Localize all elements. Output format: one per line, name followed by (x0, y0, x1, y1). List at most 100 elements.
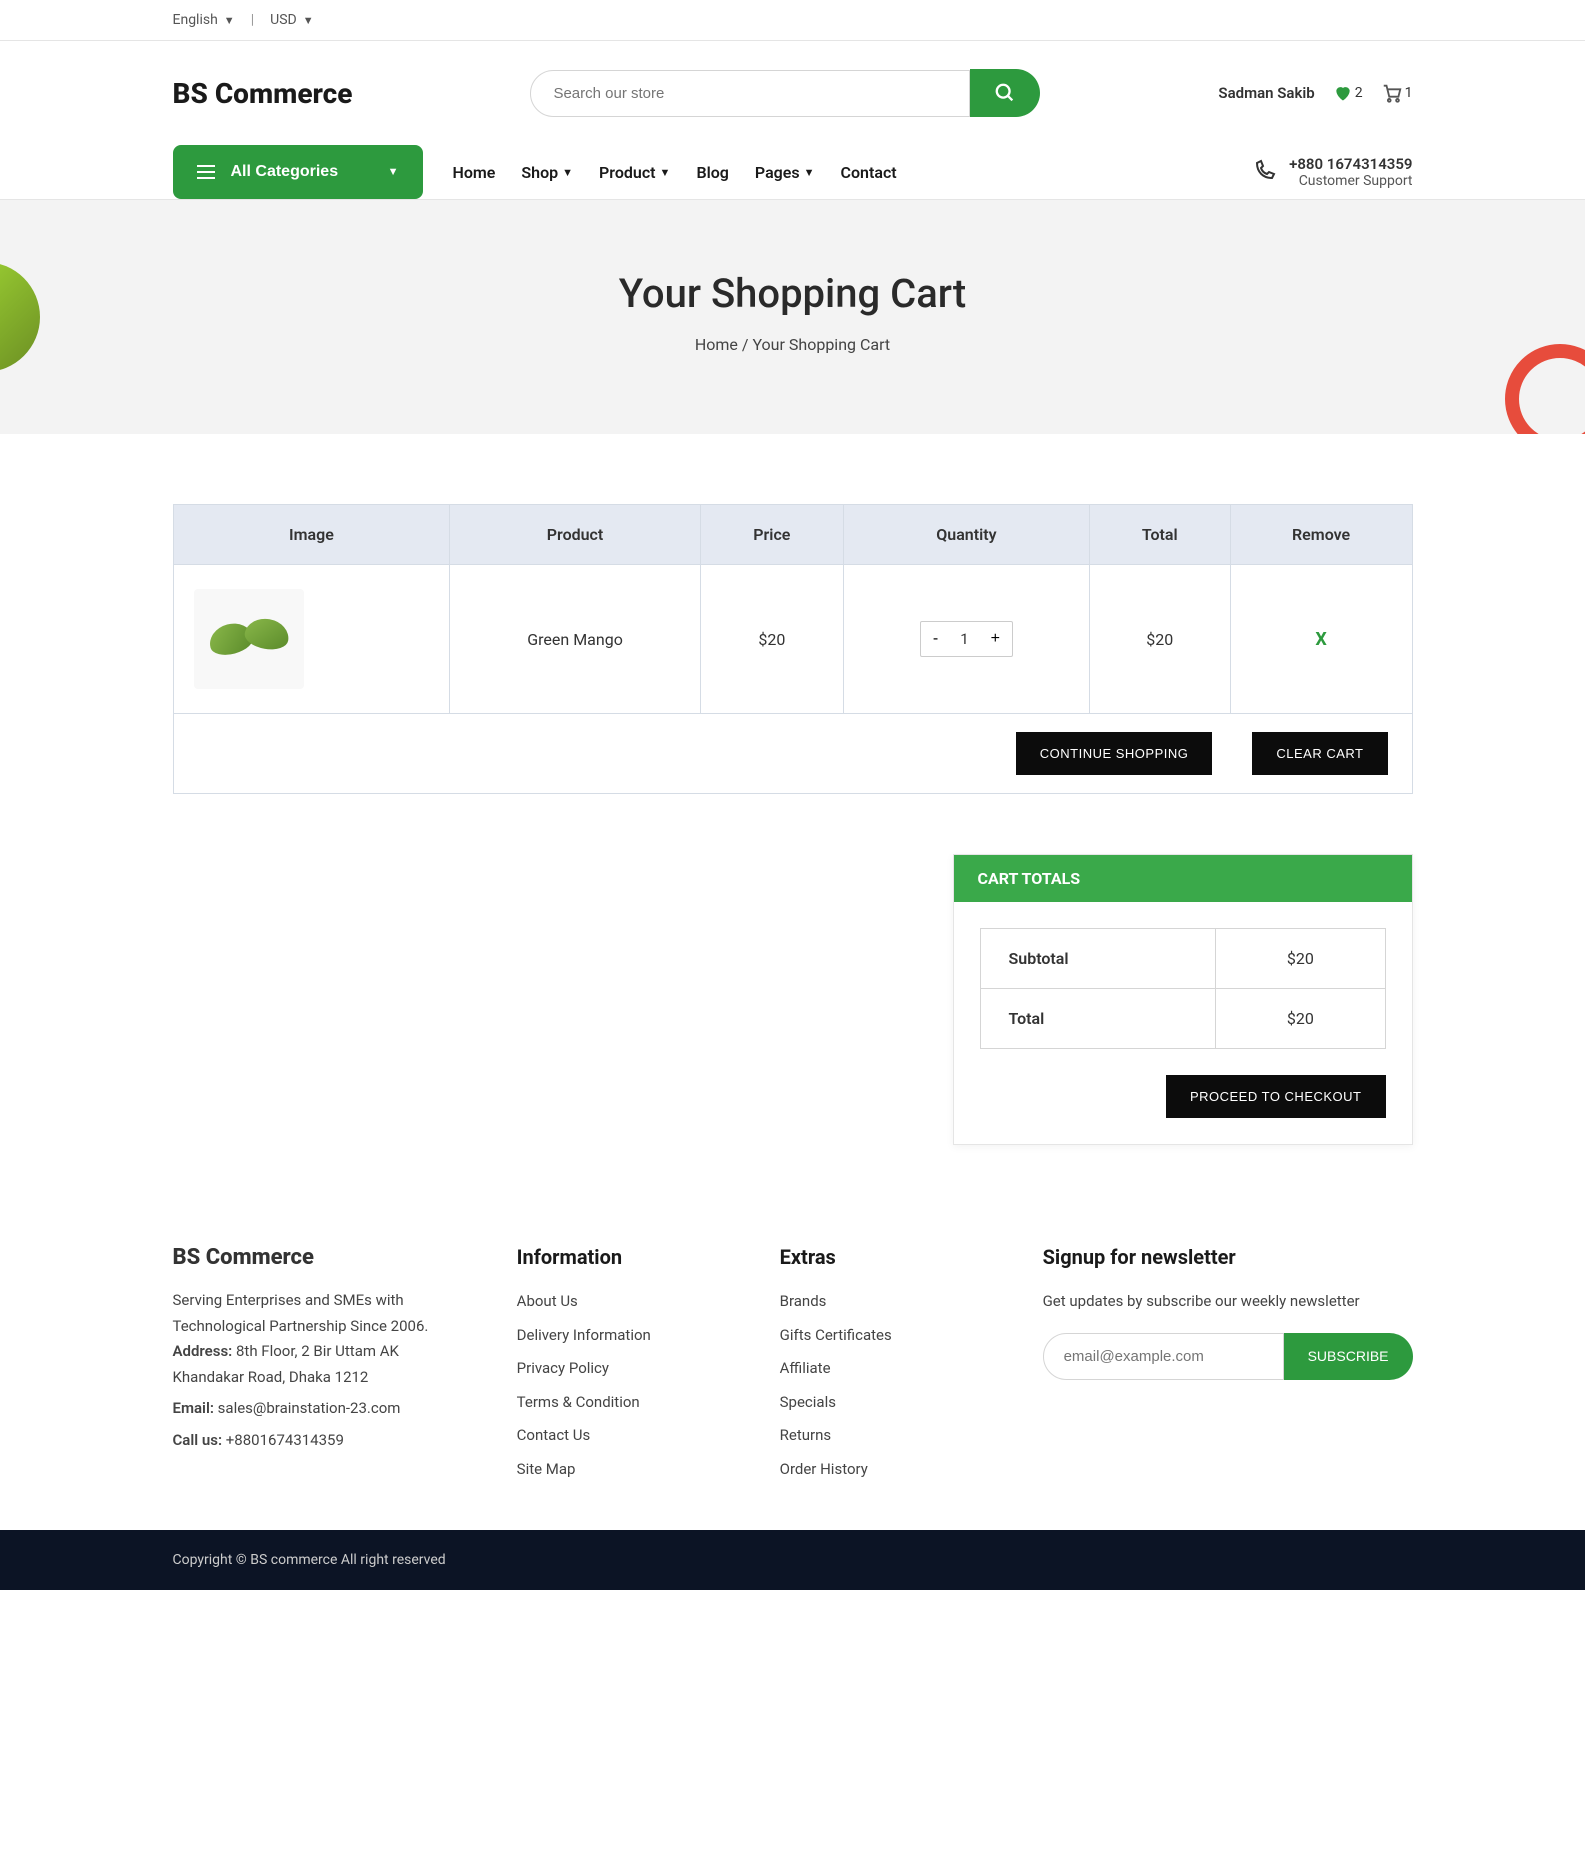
hero-decoration-right (1505, 344, 1585, 434)
totals-row-subtotal: Subtotal $20 (980, 929, 1385, 989)
page-title: Your Shopping Cart (0, 270, 1585, 317)
footer-link-returns[interactable]: Returns (780, 1423, 983, 1449)
email-value: sales@brainstation-23.com (218, 1399, 401, 1417)
call-value: +8801674314359 (226, 1431, 344, 1449)
search-form (530, 69, 1040, 117)
th-product: Product (450, 505, 700, 565)
footer-logo: BS Commerce (173, 1245, 457, 1270)
topbar: English ▼ | USD ▼ (0, 0, 1585, 41)
heart-icon (1333, 83, 1353, 103)
qty-increase-button[interactable]: + (979, 622, 1012, 656)
remove-button[interactable]: X (1315, 629, 1326, 650)
newsletter-sub: Get updates by subscribe our weekly news… (1043, 1289, 1413, 1315)
product-price: $20 (700, 565, 843, 714)
currency-selector[interactable]: USD ▼ (270, 12, 313, 28)
footer-link-gifts[interactable]: Gifts Certificates (780, 1323, 983, 1349)
footer-link-brands[interactable]: Brands (780, 1289, 983, 1315)
info-header: Information (517, 1245, 720, 1269)
table-row: Green Mango $20 - 1 + $20 X (173, 565, 1412, 714)
categories-button[interactable]: All Categories ▼ (173, 145, 423, 199)
footer-link-sitemap[interactable]: Site Map (517, 1457, 720, 1483)
nav-pages[interactable]: Pages▼ (755, 163, 815, 182)
nav-contact[interactable]: Contact (841, 163, 897, 182)
support-label: Customer Support (1289, 173, 1412, 189)
chevron-down-icon: ▼ (388, 166, 399, 178)
nav-home[interactable]: Home (453, 163, 496, 182)
clear-cart-button[interactable]: CLEAR CART (1252, 732, 1387, 775)
chevron-down-icon: ▼ (660, 166, 671, 179)
product-total: $20 (1089, 565, 1230, 714)
footer-info-col: Information About Us Delivery Informatio… (517, 1245, 720, 1490)
qty-value: 1 (950, 622, 978, 656)
breadcrumb-home[interactable]: Home (695, 335, 738, 354)
th-remove: Remove (1230, 505, 1412, 565)
table-header-row: Image Product Price Quantity Total Remov… (173, 505, 1412, 565)
footer-link-privacy[interactable]: Privacy Policy (517, 1356, 720, 1382)
th-price: Price (700, 505, 843, 565)
nav-row: All Categories ▼ Home Shop▼ Product▼ Blo… (0, 145, 1585, 200)
total-value: $20 (1216, 989, 1385, 1049)
newsletter-header: Signup for newsletter (1043, 1245, 1413, 1269)
qty-decrease-button[interactable]: - (921, 622, 950, 656)
divider: | (251, 12, 254, 28)
subtotal-label: Subtotal (980, 929, 1216, 989)
product-image (194, 589, 304, 689)
call-label: Call us: (173, 1431, 223, 1449)
breadcrumb: Home / Your Shopping Cart (0, 335, 1585, 354)
subscribe-button[interactable]: SUBSCRIBE (1284, 1333, 1413, 1380)
search-input[interactable] (530, 70, 970, 117)
footer-link-delivery[interactable]: Delivery Information (517, 1323, 720, 1349)
username[interactable]: Sadman Sakib (1218, 84, 1314, 102)
footer-link-orders[interactable]: Order History (780, 1457, 983, 1483)
cart-link[interactable]: 1 (1381, 82, 1413, 104)
totals-card: CART TOTALS Subtotal $20 Total $20 (953, 854, 1413, 1145)
totals-wrap: CART TOTALS Subtotal $20 Total $20 (173, 854, 1413, 1145)
nav-shop[interactable]: Shop▼ (521, 163, 573, 182)
breadcrumb-current: Your Shopping Cart (752, 335, 890, 354)
footer-link-terms[interactable]: Terms & Condition (517, 1390, 720, 1416)
header: BS Commerce Sadman Sakib 2 1 (0, 41, 1585, 145)
chevron-down-icon: ▼ (804, 166, 815, 179)
hamburger-icon (197, 165, 215, 179)
nav-blog[interactable]: Blog (696, 163, 728, 182)
support-block: +880 1674314359 Customer Support (1253, 155, 1412, 189)
footer-extras-col: Extras Brands Gifts Certificates Affilia… (780, 1245, 983, 1490)
newsletter-form: SUBSCRIBE (1043, 1333, 1413, 1380)
currency-label: USD (270, 12, 297, 28)
chevron-down-icon: ▼ (303, 14, 314, 27)
footer-link-affiliate[interactable]: Affiliate (780, 1356, 983, 1382)
nav-product[interactable]: Product▼ (599, 163, 670, 182)
search-button[interactable] (970, 69, 1040, 117)
email-label: Email: (173, 1399, 214, 1417)
th-total: Total (1089, 505, 1230, 565)
extras-header: Extras (780, 1245, 983, 1269)
categories-label: All Categories (231, 163, 339, 181)
checkout-button[interactable]: PROCEED TO CHECKOUT (1166, 1075, 1386, 1118)
phone-icon (1253, 158, 1277, 186)
footer-link-about[interactable]: About Us (517, 1289, 720, 1315)
footer-brand-col: BS Commerce Serving Enterprises and SMEs… (173, 1245, 457, 1490)
footer-tagline: Serving Enterprises and SMEs with Techno… (173, 1288, 457, 1339)
search-icon (994, 82, 1016, 104)
continue-shopping-button[interactable]: CONTINUE SHOPPING (1016, 732, 1213, 775)
total-label: Total (980, 989, 1216, 1049)
wishlist-link[interactable]: 2 (1333, 83, 1363, 103)
product-name: Green Mango (450, 565, 700, 714)
totals-table: Subtotal $20 Total $20 (980, 928, 1386, 1049)
breadcrumb-separator: / (742, 335, 749, 354)
wishlist-count: 2 (1355, 85, 1363, 101)
header-right: Sadman Sakib 2 1 (1218, 82, 1412, 104)
th-image: Image (173, 505, 450, 565)
cart-count: 1 (1405, 85, 1413, 101)
footer-link-specials[interactable]: Specials (780, 1390, 983, 1416)
footer-link-contact[interactable]: Contact Us (517, 1423, 720, 1449)
th-quantity: Quantity (843, 505, 1089, 565)
language-label: English (173, 12, 218, 28)
language-selector[interactable]: English ▼ (173, 12, 235, 28)
logo[interactable]: BS Commerce (173, 77, 353, 110)
address-label: Address: (173, 1342, 233, 1360)
footer: BS Commerce Serving Enterprises and SMEs… (0, 1185, 1585, 1530)
newsletter-input[interactable] (1043, 1333, 1284, 1380)
chevron-down-icon: ▼ (224, 14, 235, 27)
support-phone: +880 1674314359 (1289, 155, 1412, 173)
